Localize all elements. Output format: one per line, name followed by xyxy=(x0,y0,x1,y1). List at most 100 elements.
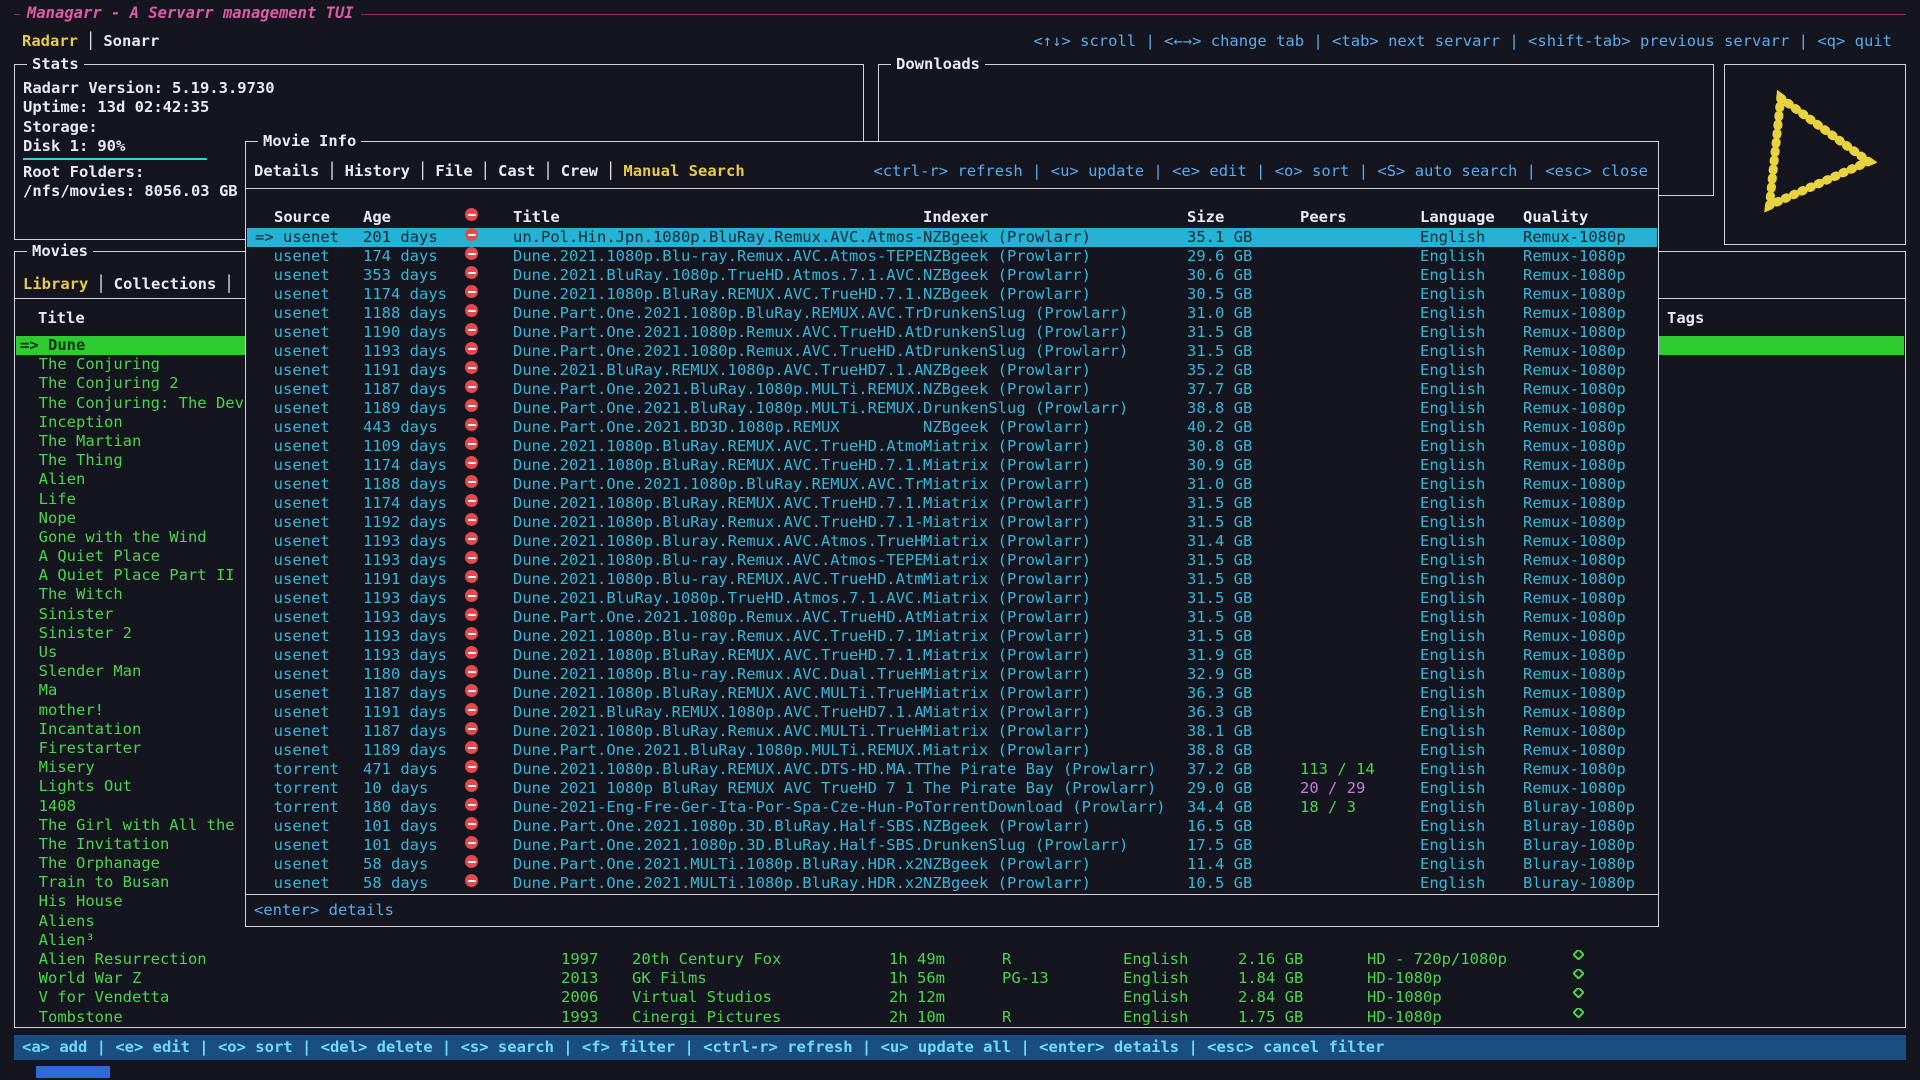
search-result-row[interactable]: usenet1192 daysDune.2021.1080p.BluRay.Re… xyxy=(247,513,1657,532)
modal-tab-cast[interactable]: Cast xyxy=(498,162,535,180)
modal-tab-history[interactable]: History xyxy=(345,162,410,180)
result-title: Dune.2021.1080p.BluRay.REMUX.AVC.DTS-HD.… xyxy=(513,760,924,779)
modal-tab-details[interactable]: Details xyxy=(254,162,319,180)
search-result-row[interactable]: usenet1191 daysDune.2021.BluRay.REMUX.10… xyxy=(247,361,1657,380)
movie-list-item[interactable]: Alien Resurrection199720th Century Fox1h… xyxy=(16,950,1904,969)
search-result-row[interactable]: torrent180 daysDune-2021-Eng-Fre-Ger-Ita… xyxy=(247,798,1657,817)
result-age: 1174 days xyxy=(363,285,447,304)
movie-list-item[interactable]: Alien³ xyxy=(16,931,1904,950)
result-quality: Remux-1080p xyxy=(1523,399,1626,418)
search-result-row[interactable]: usenet1193 daysDune.2021.1080p.Blu-ray.R… xyxy=(247,627,1657,646)
search-result-row[interactable]: usenet1189 daysDune.Part.One.2021.BluRay… xyxy=(247,741,1657,760)
search-result-row[interactable]: usenet58 daysDune.Part.One.2021.MULTi.10… xyxy=(247,855,1657,874)
tag-icon xyxy=(1572,1008,1585,1019)
result-language: English xyxy=(1420,665,1485,684)
modal-tab-file[interactable]: File xyxy=(435,162,472,180)
search-result-row[interactable]: usenet1193 daysDune.2021.1080p.BluRay.RE… xyxy=(247,646,1657,665)
search-result-row[interactable]: usenet1189 daysDune.Part.One.2021.BluRay… xyxy=(247,399,1657,418)
movies-tab-collections[interactable]: Collections xyxy=(114,275,217,293)
rejected-icon xyxy=(465,418,478,431)
result-indexer: Miatrix (Prowlarr) xyxy=(923,589,1091,608)
movie-runtime: 1h 56m xyxy=(889,969,945,988)
rejected-icon xyxy=(465,304,478,317)
rejected-icon xyxy=(465,551,478,564)
result-language: English xyxy=(1420,589,1485,608)
result-size: 35.1 GB xyxy=(1187,228,1252,247)
search-result-row[interactable]: usenet58 daysDune.Part.One.2021.MULTi.10… xyxy=(247,874,1657,893)
search-result-row[interactable]: usenet1187 daysDune.2021.1080p.BluRay.Re… xyxy=(247,722,1657,741)
search-result-row[interactable]: usenet1188 daysDune.Part.One.2021.1080p.… xyxy=(247,304,1657,323)
result-quality: Remux-1080p xyxy=(1523,779,1626,798)
search-result-row[interactable]: usenet101 daysDune.Part.One.2021.1080p.3… xyxy=(247,817,1657,836)
rejected-icon xyxy=(465,817,478,830)
search-result-row[interactable]: usenet1193 daysDune.Part.One.2021.1080p.… xyxy=(247,342,1657,361)
movie-list-item[interactable]: Tombstone1993Cinergi Pictures2h 10mREngl… xyxy=(16,1008,1904,1027)
movie-title: His House xyxy=(20,892,123,911)
search-result-row[interactable]: usenet1187 daysDune.Part.One.2021.BluRay… xyxy=(247,380,1657,399)
search-result-row[interactable]: => usenet201 daysun.Pol.Hin.Jpn.1080p.Bl… xyxy=(247,228,1657,247)
search-result-row[interactable]: usenet1174 daysDune.2021.1080p.BluRay.RE… xyxy=(247,285,1657,304)
search-result-row[interactable]: torrent471 daysDune.2021.1080p.BluRay.RE… xyxy=(247,760,1657,779)
result-source: usenet xyxy=(255,532,330,551)
result-size: 38.8 GB xyxy=(1187,399,1252,418)
result-age: 1189 days xyxy=(363,399,447,418)
search-result-row[interactable]: torrent10 daysDune 2021 1080p BluRay REM… xyxy=(247,779,1657,798)
search-result-row[interactable]: usenet1193 daysDune.2021.1080p.Bluray.Re… xyxy=(247,532,1657,551)
servarr-tab-radarr[interactable]: Radarr xyxy=(22,32,78,50)
result-size: 31.0 GB xyxy=(1187,304,1252,323)
search-result-row[interactable]: usenet1191 daysDune.2021.BluRay.REMUX.10… xyxy=(247,703,1657,722)
search-result-row[interactable]: usenet443 daysDune.Part.One.2021.BD3D.10… xyxy=(247,418,1657,437)
result-quality: Remux-1080p xyxy=(1523,665,1626,684)
search-result-row[interactable]: usenet1174 daysDune.2021.1080p.BluRay.RE… xyxy=(247,456,1657,475)
movie-title: Sinister 2 xyxy=(20,624,132,643)
tab-separator-icon: │ xyxy=(319,162,344,180)
result-age: 174 days xyxy=(363,247,438,266)
modal-tab-bar: Details│History│File│Cast│Crew│Manual Se… xyxy=(254,161,745,181)
result-age: 10 days xyxy=(363,779,428,798)
result-language: English xyxy=(1420,551,1485,570)
search-result-row[interactable]: usenet353 daysDune.2021.BluRay.1080p.Tru… xyxy=(247,266,1657,285)
movie-title: => Dune xyxy=(20,336,85,355)
movies-tab-library[interactable]: Library xyxy=(23,275,88,293)
result-language: English xyxy=(1420,532,1485,551)
search-result-row[interactable]: usenet1193 daysDune.2021.1080p.Blu-ray.R… xyxy=(247,551,1657,570)
search-result-row[interactable]: usenet1188 daysDune.Part.One.2021.1080p.… xyxy=(247,475,1657,494)
search-result-row[interactable]: usenet1193 daysDune.Part.One.2021.1080p.… xyxy=(247,608,1657,627)
modal-tab-crew[interactable]: Crew xyxy=(561,162,598,180)
result-size: 29.6 GB xyxy=(1187,247,1252,266)
servarr-tab-sonarr[interactable]: Sonarr xyxy=(103,32,159,50)
result-indexer: Miatrix (Prowlarr) xyxy=(923,494,1091,513)
search-result-row[interactable]: usenet1109 daysDune.2021.1080p.BluRay.RE… xyxy=(247,437,1657,456)
modal-tab-manual-search[interactable]: Manual Search xyxy=(623,162,744,180)
search-result-row[interactable]: usenet1180 daysDune.2021.1080p.Blu-ray.R… xyxy=(247,665,1657,684)
movie-title: A Quiet Place xyxy=(20,547,160,566)
rejected-icon xyxy=(465,627,478,640)
bottom-left-chip xyxy=(36,1066,110,1078)
movie-title: World War Z xyxy=(20,969,141,988)
movie-list-item[interactable]: V for Vendetta2006Virtual Studios2h 12mE… xyxy=(16,988,1904,1007)
result-source: usenet xyxy=(255,323,330,342)
movie-language: English xyxy=(1123,969,1188,988)
movie-quality: HD-1080p xyxy=(1367,988,1442,1007)
result-language: English xyxy=(1420,247,1485,266)
tab-separator-icon: │ xyxy=(78,32,103,50)
result-title: Dune.2021.1080p.Blu-ray.Remux.AVC.TrueHD… xyxy=(513,627,924,646)
result-age: 1188 days xyxy=(363,475,447,494)
search-result-row[interactable]: usenet174 daysDune.2021.1080p.Blu-ray.Re… xyxy=(247,247,1657,266)
result-age: 1180 days xyxy=(363,665,447,684)
movie-list-item[interactable]: World War Z2013GK Films1h 56mPG-13Englis… xyxy=(16,969,1904,988)
search-result-row[interactable]: usenet101 daysDune.Part.One.2021.1080p.3… xyxy=(247,836,1657,855)
result-age: 1193 days xyxy=(363,646,447,665)
search-result-row[interactable]: usenet1190 daysDune.Part.One.2021.1080p.… xyxy=(247,323,1657,342)
search-result-row[interactable]: usenet1174 daysDune.2021.1080p.BluRay.RE… xyxy=(247,494,1657,513)
result-age: 1174 days xyxy=(363,456,447,475)
rejected-icon xyxy=(465,532,478,545)
search-result-row[interactable]: usenet1191 daysDune.2021.1080p.Blu-ray.R… xyxy=(247,570,1657,589)
result-quality: Remux-1080p xyxy=(1523,342,1626,361)
result-title: Dune.2021.BluRay.REMUX.1080p.AVC.TrueHD7… xyxy=(513,703,924,722)
search-result-row[interactable]: usenet1193 daysDune.2021.BluRay.1080p.Tr… xyxy=(247,589,1657,608)
search-result-row[interactable]: usenet1187 daysDune.2021.1080p.BluRay.RE… xyxy=(247,684,1657,703)
result-indexer: Miatrix (Prowlarr) xyxy=(923,456,1091,475)
rejected-icon xyxy=(465,798,478,811)
result-language: English xyxy=(1420,741,1485,760)
